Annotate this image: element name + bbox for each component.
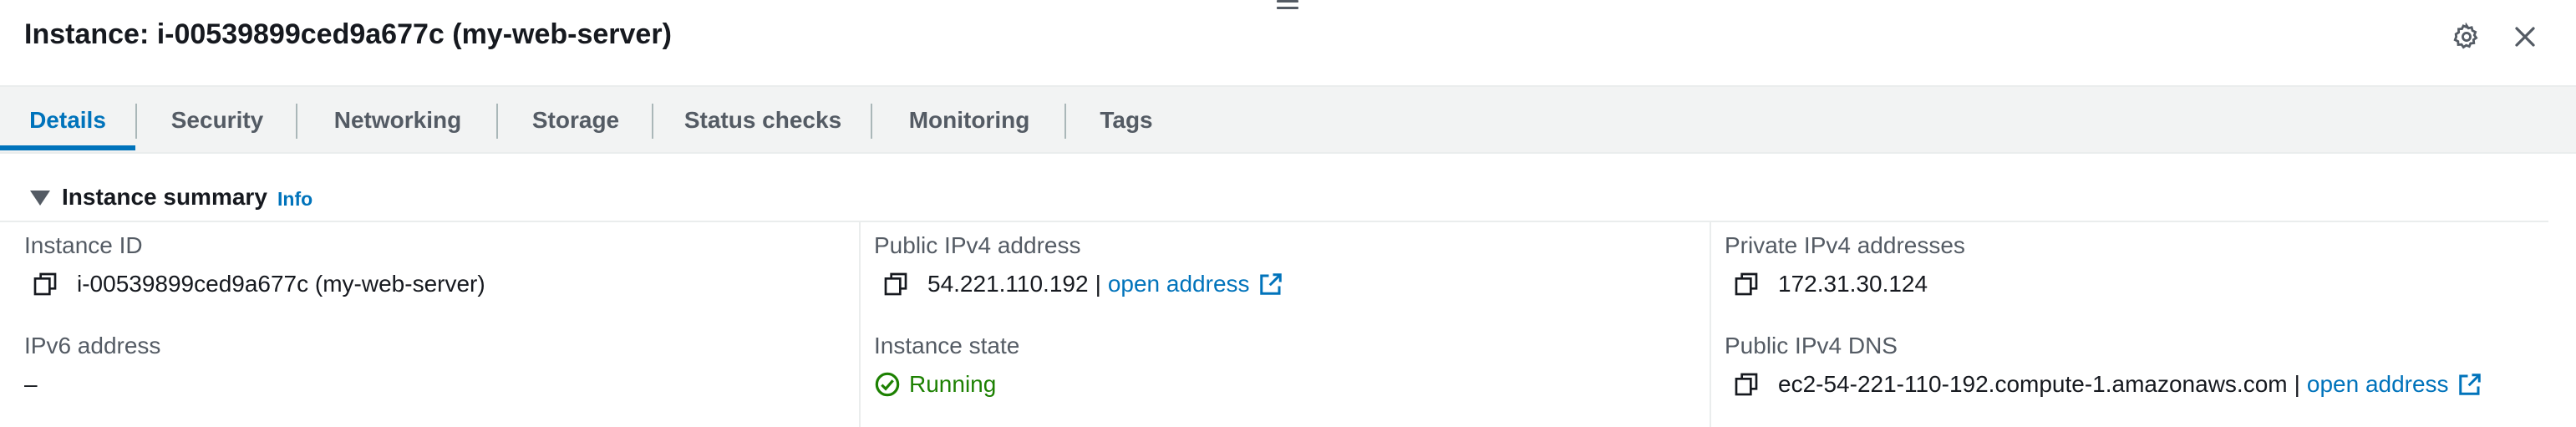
private-ipv4-text: 172.31.30.124 (1778, 271, 1928, 297)
caret-down-icon (30, 191, 50, 206)
tab-tags[interactable]: Tags (1066, 87, 1186, 154)
tab-security[interactable]: Security (137, 87, 297, 154)
open-address-text: open address (2306, 371, 2449, 397)
public-dns-label: Public IPv4 DNS (1725, 333, 1898, 358)
section-title: Instance summary (62, 184, 267, 210)
ipv6-label: IPv6 address (24, 333, 161, 358)
column-divider (1710, 222, 1711, 427)
instance-summary-header[interactable]: Instance summary Info (0, 154, 2548, 222)
instance-id-label: Instance ID (24, 232, 143, 258)
copy-icon[interactable] (1733, 271, 1760, 297)
page-title: Instance: i-00539899ced9a677c (my-web-se… (24, 18, 672, 50)
separator: | (2294, 371, 2300, 397)
separator: | (1095, 271, 1101, 297)
copy-icon[interactable] (1733, 371, 1760, 398)
tab-status-checks[interactable]: Status checks (653, 87, 872, 154)
public-dns-value: ec2-54-221-110-192.compute-1.amazonaws.c… (1733, 369, 2482, 399)
copy-icon[interactable] (32, 271, 58, 297)
copy-icon[interactable] (882, 271, 909, 297)
ipv6-value: – (24, 371, 38, 397)
public-ipv4-text: 54.221.110.192 (927, 271, 1089, 297)
instance-state-value: Running (874, 369, 996, 399)
private-ipv4-label: Private IPv4 addresses (1725, 232, 1965, 258)
check-circle-icon (875, 372, 900, 397)
private-ipv4-value: 172.31.30.124 (1733, 269, 1928, 299)
tab-storage[interactable]: Storage (498, 87, 653, 154)
settings-button[interactable] (2446, 17, 2487, 57)
public-ipv4-value: 54.221.110.192 | open address (882, 269, 1283, 299)
tab-monitoring[interactable]: Monitoring (872, 87, 1066, 154)
column-divider (859, 222, 861, 427)
instance-state-text: Running (909, 371, 997, 397)
tab-bar: Details Security Networking Storage Stat… (0, 85, 2576, 154)
info-link[interactable]: Info (277, 188, 312, 211)
tab-details[interactable]: Details (0, 87, 135, 154)
external-link-icon (2458, 374, 2481, 395)
gear-icon (2453, 23, 2478, 49)
open-address-link[interactable]: open address (2307, 371, 2482, 398)
open-address-link[interactable]: open address (1108, 271, 1283, 297)
tab-networking[interactable]: Networking (297, 87, 498, 154)
close-button[interactable] (2505, 17, 2545, 57)
instance-state-label: Instance state (874, 333, 1020, 358)
instance-id-text: i-00539899ced9a677c (my-web-server) (77, 271, 485, 297)
open-address-text: open address (1107, 271, 1250, 297)
instance-id-value: i-00539899ced9a677c (my-web-server) (32, 269, 485, 299)
external-link-icon (1259, 273, 1282, 295)
panel-header: Instance: i-00539899ced9a677c (my-web-se… (0, 0, 2576, 85)
public-dns-text: ec2-54-221-110-192.compute-1.amazonaws.c… (1778, 371, 2288, 397)
active-tab-indicator (0, 145, 135, 150)
close-icon (2515, 27, 2535, 47)
public-ipv4-label: Public IPv4 address (874, 232, 1081, 258)
